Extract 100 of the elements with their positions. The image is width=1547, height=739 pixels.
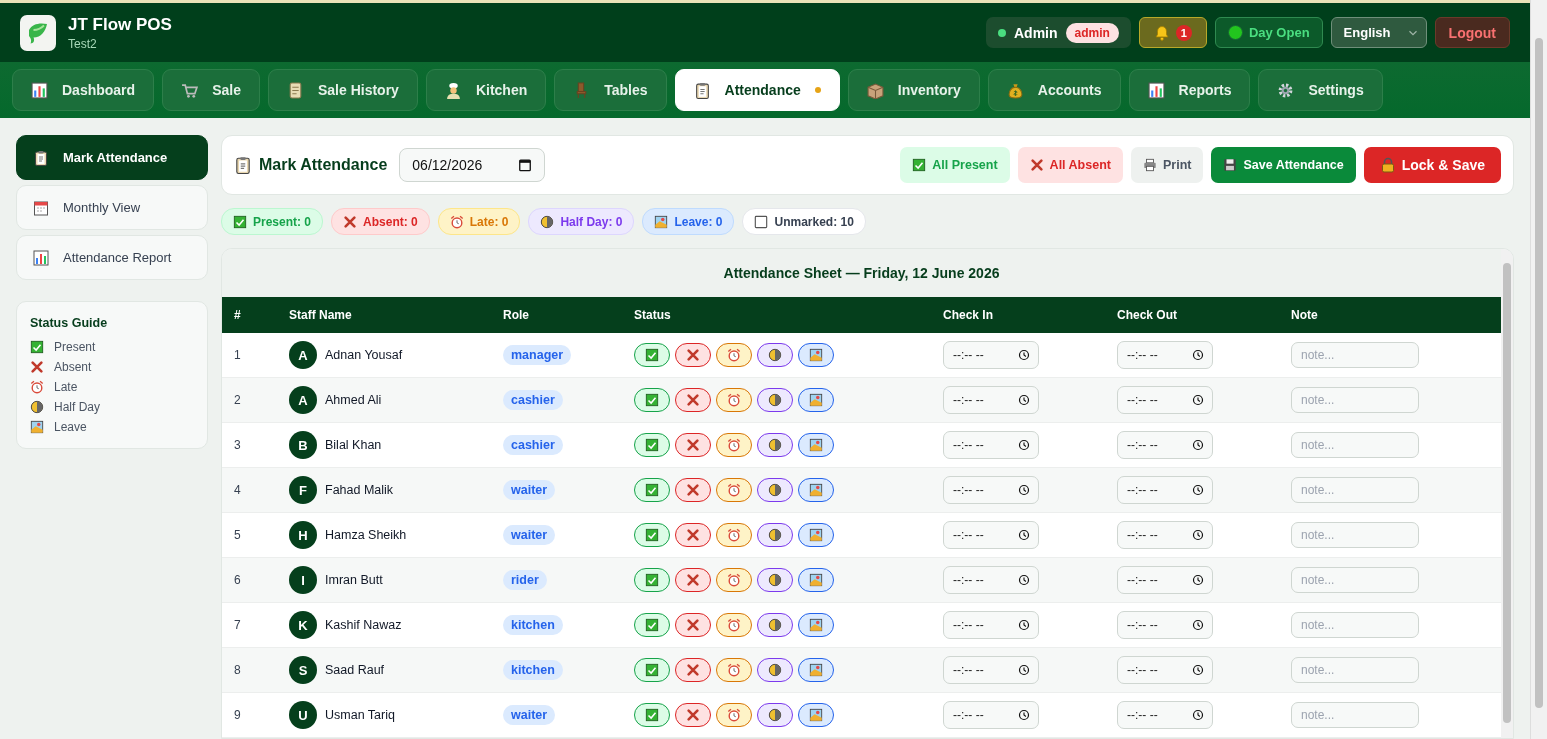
note-field[interactable]: note... <box>1291 612 1419 639</box>
nav-tab[interactable]: Kitchen <box>425 69 547 111</box>
alarm-clock-icon <box>727 483 741 498</box>
status-button[interactable] <box>675 478 711 503</box>
status-button[interactable] <box>675 523 711 548</box>
table-scrollbar[interactable] <box>1501 249 1513 738</box>
time-field[interactable]: --:-- -- <box>1117 521 1213 550</box>
time-field[interactable]: --:-- -- <box>1117 476 1213 505</box>
status-button[interactable] <box>757 703 793 728</box>
note-field[interactable]: note... <box>1291 342 1419 369</box>
status-button[interactable] <box>716 658 752 683</box>
status-button[interactable] <box>716 703 752 728</box>
day-status-button[interactable]: Day Open <box>1214 17 1323 48</box>
status-button[interactable] <box>716 388 752 413</box>
notifications-button[interactable]: 1 <box>1138 17 1207 48</box>
time-field[interactable]: --:-- -- <box>1117 386 1213 415</box>
time-field[interactable]: --:-- -- <box>1117 701 1213 730</box>
status-button[interactable] <box>634 478 670 503</box>
status-button[interactable] <box>634 613 670 638</box>
status-button[interactable] <box>798 433 834 458</box>
status-button[interactable] <box>675 703 711 728</box>
time-field[interactable]: --:-- -- <box>943 701 1039 730</box>
language-select[interactable]: English <box>1330 17 1427 48</box>
status-button[interactable] <box>634 658 670 683</box>
status-button[interactable] <box>716 568 752 593</box>
sidebar-item[interactable]: Monthly View <box>16 185 208 230</box>
status-button[interactable] <box>675 343 711 368</box>
status-button[interactable] <box>634 703 670 728</box>
nav-tab[interactable]: Attendance <box>674 69 840 111</box>
status-button[interactable] <box>716 343 752 368</box>
status-button[interactable] <box>757 658 793 683</box>
note-field[interactable]: note... <box>1291 387 1419 414</box>
nav-tab[interactable]: Settings <box>1258 69 1383 111</box>
lock-save-button[interactable]: Lock & Save <box>1363 147 1501 183</box>
status-button[interactable] <box>757 388 793 413</box>
time-field[interactable]: --:-- -- <box>943 656 1039 685</box>
time-field[interactable]: --:-- -- <box>943 566 1039 595</box>
status-button[interactable] <box>675 613 711 638</box>
note-field[interactable]: note... <box>1291 702 1419 729</box>
note-field[interactable]: note... <box>1291 567 1419 594</box>
nav-tab[interactable]: Sale History <box>267 69 418 111</box>
time-field[interactable]: --:-- -- <box>943 611 1039 640</box>
time-field[interactable]: --:-- -- <box>943 521 1039 550</box>
time-field[interactable]: --:-- -- <box>943 386 1039 415</box>
note-field[interactable]: note... <box>1291 657 1419 684</box>
time-field[interactable]: --:-- -- <box>1117 341 1213 370</box>
status-button[interactable] <box>757 568 793 593</box>
status-button[interactable] <box>675 658 711 683</box>
logout-button[interactable]: Logout <box>1434 17 1510 48</box>
nav-tab[interactable]: Accounts <box>987 69 1121 111</box>
note-field[interactable]: note... <box>1291 432 1419 459</box>
picture-icon <box>809 483 823 498</box>
save-button[interactable]: Save Attendance <box>1211 147 1356 183</box>
all-absent-button[interactable]: All Absent <box>1017 147 1123 183</box>
status-button[interactable] <box>798 523 834 548</box>
status-button[interactable] <box>757 523 793 548</box>
status-button[interactable] <box>634 523 670 548</box>
nav-tab[interactable]: Sale <box>162 69 260 111</box>
status-button[interactable] <box>675 433 711 458</box>
status-button[interactable] <box>634 343 670 368</box>
status-button[interactable] <box>798 343 834 368</box>
status-button[interactable] <box>716 523 752 548</box>
time-field[interactable]: --:-- -- <box>943 341 1039 370</box>
status-button[interactable] <box>798 658 834 683</box>
status-button[interactable] <box>798 478 834 503</box>
sidebar-item[interactable]: Mark Attendance <box>16 135 208 180</box>
time-field[interactable]: --:-- -- <box>1117 431 1213 460</box>
nav-tab[interactable]: Reports <box>1128 69 1251 111</box>
date-field[interactable]: 06/12/2026 <box>399 148 546 182</box>
status-button[interactable] <box>716 478 752 503</box>
money-bag-icon <box>1006 81 1024 99</box>
nav-tab[interactable]: Tables <box>554 69 667 111</box>
status-button[interactable] <box>798 568 834 593</box>
status-button[interactable] <box>757 478 793 503</box>
note-field[interactable]: note... <box>1291 477 1419 504</box>
time-field[interactable]: --:-- -- <box>1117 566 1213 595</box>
note-field[interactable]: note... <box>1291 522 1419 549</box>
status-button[interactable] <box>675 568 711 593</box>
status-button[interactable] <box>798 388 834 413</box>
status-button[interactable] <box>675 388 711 413</box>
nav-tab[interactable]: Inventory <box>847 69 980 111</box>
status-button[interactable] <box>757 433 793 458</box>
status-button[interactable] <box>716 613 752 638</box>
time-field[interactable]: --:-- -- <box>1117 656 1213 685</box>
nav-tab[interactable]: Dashboard <box>12 69 155 111</box>
status-button[interactable] <box>757 613 793 638</box>
role-tag: rider <box>503 570 547 591</box>
sidebar-item[interactable]: Attendance Report <box>16 235 208 280</box>
status-button[interactable] <box>757 343 793 368</box>
cart-icon <box>181 81 199 99</box>
status-button[interactable] <box>634 568 670 593</box>
status-button[interactable] <box>798 613 834 638</box>
print-button[interactable]: Print <box>1130 147 1204 183</box>
status-button[interactable] <box>634 388 670 413</box>
status-button[interactable] <box>716 433 752 458</box>
status-button[interactable] <box>798 703 834 728</box>
time-field[interactable]: --:-- -- <box>943 431 1039 460</box>
status-button[interactable] <box>634 433 670 458</box>
time-field[interactable]: --:-- -- <box>943 476 1039 505</box>
time-field[interactable]: --:-- -- <box>1117 611 1213 640</box>
